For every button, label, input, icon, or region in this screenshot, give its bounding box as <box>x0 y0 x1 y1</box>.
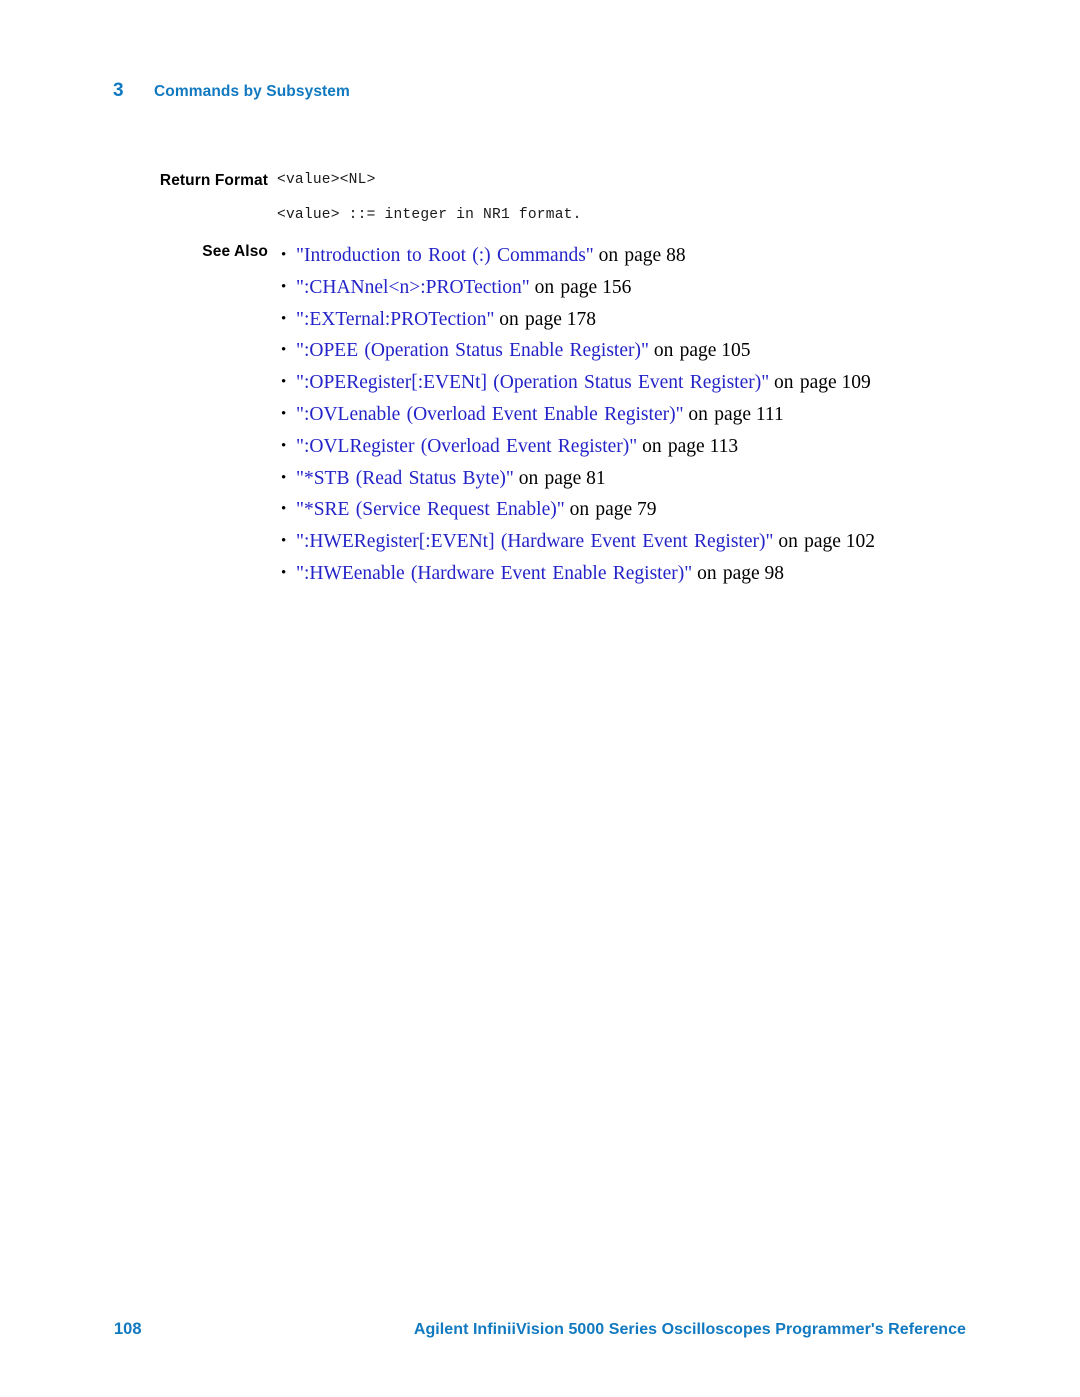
list-item[interactable]: • ":OPERegister[:EVENt] (Operation Statu… <box>277 370 977 395</box>
see-also-page-prefix: on page <box>518 467 582 489</box>
see-also-page-prefix: on page <box>688 403 752 425</box>
bullet-glyph: • <box>281 278 287 295</box>
chapter-title: Commands by Subsystem <box>154 83 350 100</box>
see-also-page-number: 113 <box>709 435 739 457</box>
return-format-line-2: <value> ::= integer in NR1 format. <box>277 207 582 223</box>
list-item[interactable]: • ":HWERegister[:EVENt] (Hardware Event … <box>277 529 977 554</box>
list-item[interactable]: • ":CHANnel<n>:PROTection" on page 156 <box>277 275 977 300</box>
see-also-page-prefix: on page <box>653 340 717 362</box>
see-also-page-prefix: on page <box>642 435 705 457</box>
see-also-label: See Also <box>202 243 268 260</box>
see-also-link[interactable]: ":OVLRegister (Overload Event Register)" <box>296 436 637 457</box>
see-also-link[interactable]: ":HWERegister[:EVENt] (Hardware Event Ev… <box>296 531 773 552</box>
bullet-glyph: • <box>281 564 287 581</box>
bullet-glyph: • <box>281 405 287 422</box>
list-item[interactable]: • "*SRE (Service Request Enable)" on pag… <box>277 497 977 522</box>
see-also-list: • "Introduction to Root (:) Commands" on… <box>277 243 977 586</box>
list-item[interactable]: • ":HWEenable (Hardware Event Enable Reg… <box>277 561 977 586</box>
see-also-page-prefix: on page <box>598 245 662 266</box>
see-also-page-number: 156 <box>602 276 632 298</box>
see-also-page-number: 81 <box>586 467 606 489</box>
list-item[interactable]: • ":OVLRegister (Overload Event Register… <box>277 434 977 459</box>
see-also-page-prefix: on page <box>534 276 598 298</box>
see-also-page-number: 178 <box>566 308 596 330</box>
book-title: Agilent InfiniiVision 5000 Series Oscill… <box>413 1321 966 1338</box>
bullet-glyph: • <box>281 437 287 454</box>
bullet-glyph: • <box>281 247 287 263</box>
list-item[interactable]: • "Introduction to Root (:) Commands" on… <box>277 243 977 268</box>
see-also-link[interactable]: ":OPEE (Operation Status Enable Register… <box>296 340 649 361</box>
list-item[interactable]: • "*STB (Read Status Byte)" on page 81 <box>277 466 977 491</box>
see-also-page-number: 109 <box>841 372 871 394</box>
see-also-link[interactable]: "*SRE (Service Request Enable)" <box>296 499 565 520</box>
see-also-body: • "Introduction to Root (:) Commands" on… <box>277 243 977 593</box>
see-also-link[interactable]: ":CHANnel<n>:PROTection" <box>296 277 530 298</box>
see-also-page-prefix: on page <box>774 372 837 394</box>
return-format-body: <value><NL> <value> ::= integer in NR1 f… <box>277 172 977 223</box>
return-format-label: Return Format <box>159 172 268 189</box>
see-also-page-prefix: on page <box>697 562 760 584</box>
see-also-page-number: 79 <box>637 499 657 521</box>
bullet-glyph: • <box>281 469 287 486</box>
page-number: 108 <box>114 1320 142 1338</box>
see-also-link[interactable]: ":HWEenable (Hardware Event Enable Regis… <box>296 563 692 584</box>
running-header: 3 Commands by Subsystem <box>113 80 350 102</box>
see-also-page-prefix: on page <box>499 308 562 330</box>
see-also-page-number: 105 <box>721 340 751 362</box>
see-also-link[interactable]: ":EXTernal:PROTection" <box>296 309 494 330</box>
return-format-line-1: <value><NL> <box>277 172 376 188</box>
list-item[interactable]: • ":OVLenable (Overload Event Enable Reg… <box>277 402 977 427</box>
see-also-page-prefix: on page <box>778 531 841 553</box>
see-also-link[interactable]: ":OVLenable (Overload Event Enable Regis… <box>296 404 684 425</box>
see-also-page-number: 88 <box>666 245 686 266</box>
bullet-glyph: • <box>281 374 287 391</box>
see-also-link[interactable]: "*STB (Read Status Byte)" <box>296 468 514 489</box>
see-also-page-number: 98 <box>764 562 785 584</box>
see-also-link[interactable]: "Introduction to Root (:) Commands" <box>296 245 594 266</box>
bullet-glyph: • <box>281 342 287 359</box>
see-also-page-number: 102 <box>845 531 876 553</box>
chapter-number: 3 <box>113 80 124 101</box>
list-item[interactable]: • ":OPEE (Operation Status Enable Regist… <box>277 338 977 363</box>
bullet-glyph: • <box>281 533 287 550</box>
see-also-page-number: 111 <box>755 403 784 425</box>
see-also-page-prefix: on page <box>569 499 633 521</box>
list-item[interactable]: • ":EXTernal:PROTection" on page 178 <box>277 307 977 332</box>
see-also-link[interactable]: ":OPERegister[:EVENt] (Operation Status … <box>296 372 769 393</box>
document-page: 3 Commands by Subsystem Return Format <v… <box>0 0 1080 1397</box>
bullet-glyph: • <box>281 310 287 327</box>
page-footer: 108 Agilent InfiniiVision 5000 Series Os… <box>0 1320 1080 1348</box>
bullet-glyph: • <box>281 501 287 518</box>
